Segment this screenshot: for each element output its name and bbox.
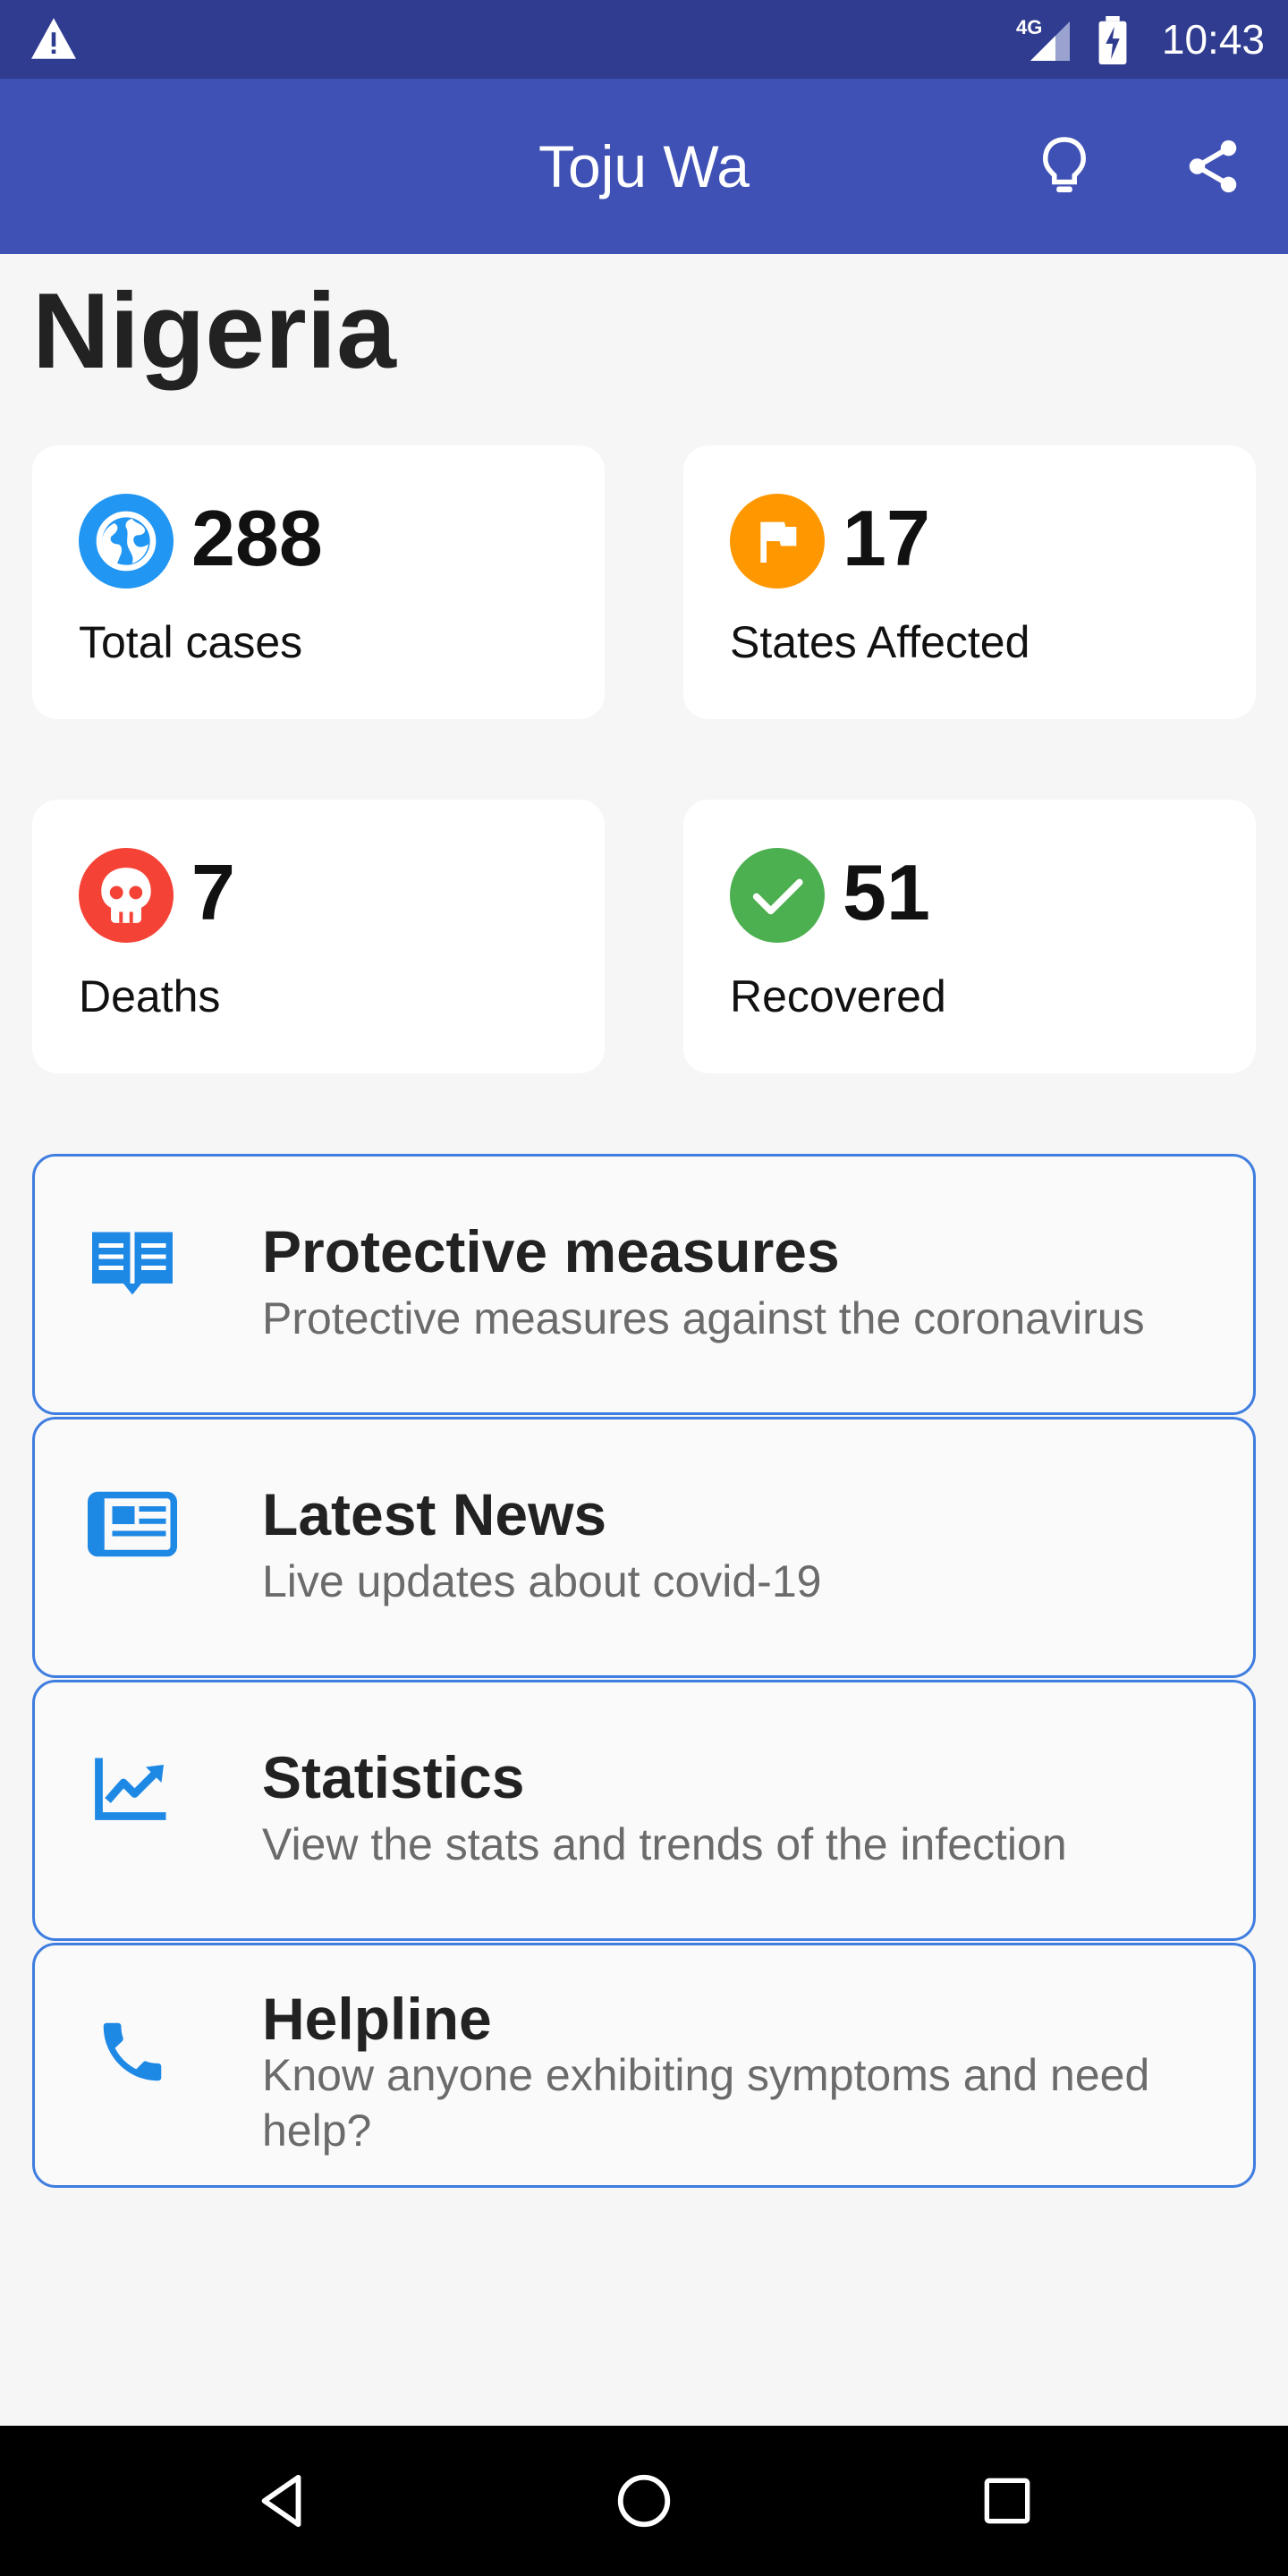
phone-icon <box>83 2003 182 2101</box>
system-nav-bar <box>0 2426 1288 2576</box>
globe-icon <box>79 494 174 589</box>
stat-value: 51 <box>843 848 930 936</box>
recents-icon <box>984 2478 1030 2524</box>
back-button[interactable] <box>247 2465 318 2537</box>
share-icon <box>1189 140 1237 193</box>
menu-title: Helpline <box>262 1986 492 2052</box>
skull-icon <box>79 848 174 943</box>
app-bar: Toju Wa <box>0 79 1288 254</box>
back-icon <box>261 2474 301 2528</box>
stat-label: Deaths <box>79 971 221 1021</box>
stat-value: 7 <box>191 848 235 936</box>
recents-button[interactable] <box>971 2465 1043 2537</box>
menu-card-statistics[interactable]: Statistics View the stats and trends of … <box>32 1680 1256 1941</box>
clock: 10:43 <box>1161 16 1265 63</box>
stat-card-total-cases: 288 Total cases <box>32 445 605 719</box>
stat-value: 17 <box>843 494 930 582</box>
trending-up-icon <box>83 1738 182 1836</box>
lightbulb-icon <box>1042 137 1087 192</box>
home-icon <box>617 2474 671 2528</box>
stat-card-deaths: 7 Deaths <box>32 800 605 1073</box>
signal-icon <box>1030 21 1070 61</box>
flag-icon <box>730 494 825 589</box>
battery-charging-icon <box>1098 16 1127 64</box>
menu-title: Latest News <box>262 1481 607 1547</box>
menu-subtitle: View the stats and trends of the infecti… <box>262 1819 1067 1869</box>
check-icon <box>730 848 825 943</box>
home-button[interactable] <box>608 2465 680 2537</box>
stat-value: 288 <box>191 494 323 582</box>
share-button[interactable] <box>1174 127 1252 206</box>
book-open-icon <box>83 1212 182 1310</box>
menu-card-protective-measures[interactable]: Protective measures Protective measures … <box>32 1154 1256 1415</box>
menu-subtitle: Know anyone exhibiting symptoms and need… <box>262 2050 1150 2156</box>
menu-card-latest-news[interactable]: Latest News Live updates about covid-19 <box>32 1417 1256 1678</box>
menu-subtitle: Protective measures against the coronavi… <box>262 1293 1145 1343</box>
menu-card-helpline[interactable]: Helpline Know anyone exhibiting symptoms… <box>32 1943 1256 2188</box>
stat-label: Total cases <box>79 617 303 667</box>
country-heading: Nigeria <box>32 271 396 391</box>
stat-card-states-affected: 17 States Affected <box>683 445 1256 719</box>
newspaper-icon <box>83 1475 182 1573</box>
stat-label: States Affected <box>730 617 1030 667</box>
menu-title: Protective measures <box>262 1218 840 1284</box>
menu-title: Statistics <box>262 1744 525 1810</box>
lightbulb-button[interactable] <box>1025 127 1104 206</box>
status-bar: 4G 10:43 <box>0 0 1288 79</box>
menu-subtitle: Live updates about covid-19 <box>262 1556 822 1606</box>
warning-icon <box>31 18 76 59</box>
stat-card-recovered: 51 Recovered <box>683 800 1256 1073</box>
stat-label: Recovered <box>730 971 946 1021</box>
